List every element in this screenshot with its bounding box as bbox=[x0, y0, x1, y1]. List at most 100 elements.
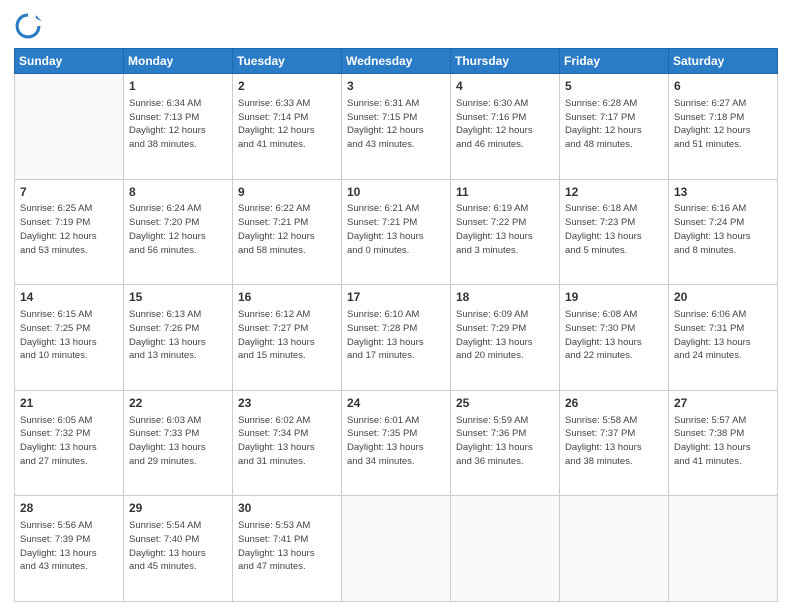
calendar-cell: 5 Sunrise: 6:28 AM Sunset: 7:17 PM Daylig… bbox=[560, 74, 669, 180]
day-number: 4 bbox=[456, 78, 554, 95]
day-number: 25 bbox=[456, 395, 554, 412]
calendar-cell: 9Sunrise: 6:22 AM Sunset: 7:21 PM Daylig… bbox=[233, 179, 342, 285]
day-info: Sunrise: 6:01 AM Sunset: 7:35 PM Dayligh… bbox=[347, 414, 445, 469]
calendar-cell: 15Sunrise: 6:13 AM Sunset: 7:26 PM Dayli… bbox=[124, 285, 233, 391]
day-info: Sunrise: 6:33 AM Sunset: 7:14 PM Dayligh… bbox=[238, 97, 336, 152]
calendar-cell: 6 Sunrise: 6:27 AM Sunset: 7:18 PM Daylig… bbox=[669, 74, 778, 180]
col-header-friday: Friday bbox=[560, 49, 669, 74]
day-number: 10 bbox=[347, 184, 445, 201]
day-info: Sunrise: 6:27 AM Sunset: 7:18 PM Dayligh… bbox=[674, 97, 772, 152]
calendar-cell bbox=[15, 74, 124, 180]
day-info: Sunrise: 5:54 AM Sunset: 7:40 PM Dayligh… bbox=[129, 519, 227, 574]
day-info: Sunrise: 6:34 AM Sunset: 7:13 PM Dayligh… bbox=[129, 97, 227, 152]
day-number: 1 bbox=[129, 78, 227, 95]
calendar-cell: 10Sunrise: 6:21 AM Sunset: 7:21 PM Dayli… bbox=[342, 179, 451, 285]
calendar-table: SundayMondayTuesdayWednesdayThursdayFrid… bbox=[14, 48, 778, 602]
header bbox=[14, 12, 778, 40]
day-info: Sunrise: 6:25 AM Sunset: 7:19 PM Dayligh… bbox=[20, 202, 118, 257]
day-info: Sunrise: 6:08 AM Sunset: 7:30 PM Dayligh… bbox=[565, 308, 663, 363]
calendar-cell: 27 Sunrise: 5:57 AM Sunset: 7:38 PM Dayli… bbox=[669, 390, 778, 496]
calendar-cell: 13Sunrise: 6:16 AM Sunset: 7:24 PM Dayli… bbox=[669, 179, 778, 285]
day-info: Sunrise: 6:10 AM Sunset: 7:28 PM Dayligh… bbox=[347, 308, 445, 363]
calendar-cell: 7Sunrise: 6:25 AM Sunset: 7:19 PM Daylig… bbox=[15, 179, 124, 285]
day-number: 14 bbox=[20, 289, 118, 306]
day-number: 23 bbox=[238, 395, 336, 412]
day-number: 26 bbox=[565, 395, 663, 412]
calendar-cell: 30 Sunrise: 5:53 AM Sunset: 7:41 PM Dayli… bbox=[233, 496, 342, 602]
day-number: 22 bbox=[129, 395, 227, 412]
day-info: Sunrise: 6:06 AM Sunset: 7:31 PM Dayligh… bbox=[674, 308, 772, 363]
calendar-cell bbox=[669, 496, 778, 602]
day-info: Sunrise: 6:24 AM Sunset: 7:20 PM Dayligh… bbox=[129, 202, 227, 257]
day-number: 21 bbox=[20, 395, 118, 412]
calendar-cell: 3 Sunrise: 6:31 AM Sunset: 7:15 PM Daylig… bbox=[342, 74, 451, 180]
day-info: Sunrise: 6:05 AM Sunset: 7:32 PM Dayligh… bbox=[20, 414, 118, 469]
calendar-cell: 4Sunrise: 6:30 AM Sunset: 7:16 PM Daylig… bbox=[451, 74, 560, 180]
day-number: 8 bbox=[129, 184, 227, 201]
calendar-cell: 14 Sunrise: 6:15 AM Sunset: 7:25 PM Dayli… bbox=[15, 285, 124, 391]
day-number: 5 bbox=[565, 78, 663, 95]
day-info: Sunrise: 6:15 AM Sunset: 7:25 PM Dayligh… bbox=[20, 308, 118, 363]
calendar-cell bbox=[560, 496, 669, 602]
day-number: 3 bbox=[347, 78, 445, 95]
col-header-sunday: Sunday bbox=[15, 49, 124, 74]
day-info: Sunrise: 6:19 AM Sunset: 7:22 PM Dayligh… bbox=[456, 202, 554, 257]
day-info: Sunrise: 5:53 AM Sunset: 7:41 PM Dayligh… bbox=[238, 519, 336, 574]
day-number: 29 bbox=[129, 500, 227, 517]
day-number: 24 bbox=[347, 395, 445, 412]
day-info: Sunrise: 6:28 AM Sunset: 7:17 PM Dayligh… bbox=[565, 97, 663, 152]
calendar-cell: 28Sunrise: 5:56 AM Sunset: 7:39 PM Dayli… bbox=[15, 496, 124, 602]
day-info: Sunrise: 6:21 AM Sunset: 7:21 PM Dayligh… bbox=[347, 202, 445, 257]
day-info: Sunrise: 5:59 AM Sunset: 7:36 PM Dayligh… bbox=[456, 414, 554, 469]
day-number: 9 bbox=[238, 184, 336, 201]
week-row-2: 7Sunrise: 6:25 AM Sunset: 7:19 PM Daylig… bbox=[15, 179, 778, 285]
calendar-cell: 11Sunrise: 6:19 AM Sunset: 7:22 PM Dayli… bbox=[451, 179, 560, 285]
day-number: 6 bbox=[674, 78, 772, 95]
day-number: 28 bbox=[20, 500, 118, 517]
day-number: 13 bbox=[674, 184, 772, 201]
day-number: 12 bbox=[565, 184, 663, 201]
logo-icon bbox=[14, 12, 42, 40]
day-info: Sunrise: 6:02 AM Sunset: 7:34 PM Dayligh… bbox=[238, 414, 336, 469]
day-number: 11 bbox=[456, 184, 554, 201]
day-number: 17 bbox=[347, 289, 445, 306]
day-info: Sunrise: 6:09 AM Sunset: 7:29 PM Dayligh… bbox=[456, 308, 554, 363]
day-number: 16 bbox=[238, 289, 336, 306]
calendar-cell: 12Sunrise: 6:18 AM Sunset: 7:23 PM Dayli… bbox=[560, 179, 669, 285]
day-info: Sunrise: 5:57 AM Sunset: 7:38 PM Dayligh… bbox=[674, 414, 772, 469]
day-number: 30 bbox=[238, 500, 336, 517]
col-header-saturday: Saturday bbox=[669, 49, 778, 74]
calendar-cell bbox=[342, 496, 451, 602]
day-number: 27 bbox=[674, 395, 772, 412]
col-header-monday: Monday bbox=[124, 49, 233, 74]
calendar-cell: 22 Sunrise: 6:03 AM Sunset: 7:33 PM Dayli… bbox=[124, 390, 233, 496]
day-info: Sunrise: 6:18 AM Sunset: 7:23 PM Dayligh… bbox=[565, 202, 663, 257]
calendar-cell: 16 Sunrise: 6:12 AM Sunset: 7:27 PM Dayli… bbox=[233, 285, 342, 391]
col-header-wednesday: Wednesday bbox=[342, 49, 451, 74]
calendar-cell: 20 Sunrise: 6:06 AM Sunset: 7:31 PM Dayli… bbox=[669, 285, 778, 391]
calendar-cell: 26Sunrise: 5:58 AM Sunset: 7:37 PM Dayli… bbox=[560, 390, 669, 496]
page: SundayMondayTuesdayWednesdayThursdayFrid… bbox=[0, 0, 792, 612]
day-number: 20 bbox=[674, 289, 772, 306]
col-header-tuesday: Tuesday bbox=[233, 49, 342, 74]
calendar-cell: 8Sunrise: 6:24 AM Sunset: 7:20 PM Daylig… bbox=[124, 179, 233, 285]
week-row-4: 21 Sunrise: 6:05 AM Sunset: 7:32 PM Dayli… bbox=[15, 390, 778, 496]
day-info: Sunrise: 6:12 AM Sunset: 7:27 PM Dayligh… bbox=[238, 308, 336, 363]
day-number: 18 bbox=[456, 289, 554, 306]
calendar-cell: 19 Sunrise: 6:08 AM Sunset: 7:30 PM Dayli… bbox=[560, 285, 669, 391]
week-row-1: 1 Sunrise: 6:34 AM Sunset: 7:13 PM Daylig… bbox=[15, 74, 778, 180]
week-row-5: 28Sunrise: 5:56 AM Sunset: 7:39 PM Dayli… bbox=[15, 496, 778, 602]
calendar-cell: 23 Sunrise: 6:02 AM Sunset: 7:34 PM Dayli… bbox=[233, 390, 342, 496]
day-info: Sunrise: 6:13 AM Sunset: 7:26 PM Dayligh… bbox=[129, 308, 227, 363]
calendar-cell: 2 Sunrise: 6:33 AM Sunset: 7:14 PM Daylig… bbox=[233, 74, 342, 180]
day-number: 7 bbox=[20, 184, 118, 201]
logo bbox=[14, 12, 46, 40]
day-info: Sunrise: 6:31 AM Sunset: 7:15 PM Dayligh… bbox=[347, 97, 445, 152]
day-info: Sunrise: 6:03 AM Sunset: 7:33 PM Dayligh… bbox=[129, 414, 227, 469]
day-number: 2 bbox=[238, 78, 336, 95]
calendar-cell: 25 Sunrise: 5:59 AM Sunset: 7:36 PM Dayli… bbox=[451, 390, 560, 496]
calendar-cell: 24 Sunrise: 6:01 AM Sunset: 7:35 PM Dayli… bbox=[342, 390, 451, 496]
day-number: 19 bbox=[565, 289, 663, 306]
calendar-cell bbox=[451, 496, 560, 602]
header-row: SundayMondayTuesdayWednesdayThursdayFrid… bbox=[15, 49, 778, 74]
